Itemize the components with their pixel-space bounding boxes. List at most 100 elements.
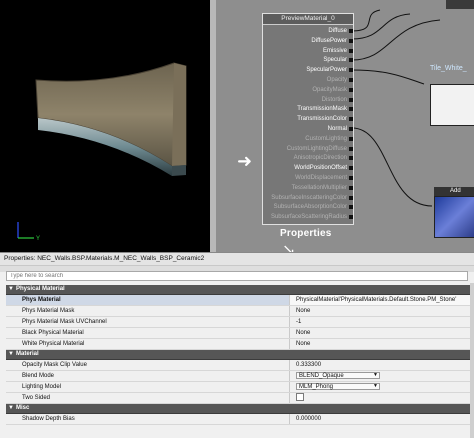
property-category[interactable]: ▼ Physical Material	[6, 285, 470, 295]
pin-label: SubsurfaceInscatteringColor	[271, 194, 347, 201]
axis-gizmo-icon: Y	[17, 222, 40, 242]
material-input-pin[interactable]: WorldDisplacement	[263, 174, 353, 182]
property-value[interactable]: None	[290, 328, 470, 338]
material-input-pin[interactable]: SubsurfaceAbsorptionColor	[263, 203, 353, 211]
pin-connector-icon[interactable]	[349, 205, 353, 210]
chevron-down-icon[interactable]: ▼	[373, 372, 378, 379]
material-input-pin[interactable]: DiffusePower	[263, 37, 353, 45]
pin-connector-icon[interactable]	[349, 38, 353, 43]
property-value[interactable]: 0.000000	[290, 414, 470, 424]
pin-connector-icon[interactable]	[349, 78, 353, 82]
material-input-pin[interactable]: TransmissionColor	[263, 115, 353, 123]
material-input-pin[interactable]: OpacityMask	[263, 86, 353, 94]
pin-label: TessellationMultiplier	[291, 184, 347, 191]
pin-label: WorldDisplacement	[295, 175, 347, 181]
property-value[interactable]: -1	[290, 317, 470, 327]
pin-connector-icon[interactable]	[349, 58, 353, 63]
property-value[interactable]: BLEND_Opaque ▼	[290, 371, 470, 381]
property-value[interactable]: PhysicalMaterial'PhysicalMaterials.Defau…	[290, 295, 470, 305]
material-input-pin[interactable]: CustomLightingDiffuse	[263, 145, 353, 153]
add-node-preview[interactable]	[434, 196, 474, 238]
property-dropdown[interactable]: BLEND_Opaque ▼	[296, 371, 380, 379]
pin-connector-icon[interactable]	[349, 29, 353, 33]
property-value[interactable]: 0.333300	[290, 360, 470, 370]
pin-connector-icon[interactable]	[349, 156, 353, 161]
material-input-pin[interactable]: TessellationMultiplier	[263, 184, 353, 192]
pin-connector-icon[interactable]	[349, 215, 353, 220]
node-title: PreviewMaterial_0	[263, 14, 353, 25]
collapse-triangle-icon[interactable]: ▼	[8, 350, 14, 359]
pin-connector-icon[interactable]	[349, 195, 353, 200]
pin-connector-icon[interactable]	[349, 185, 353, 190]
property-search-input[interactable]	[6, 271, 468, 281]
property-row[interactable]: Phys Material Mask None	[6, 306, 470, 317]
pin-connector-icon[interactable]	[349, 68, 353, 73]
material-input-pin[interactable]: Diffuse	[263, 27, 353, 35]
pin-connector-icon[interactable]	[349, 136, 353, 141]
property-name: Phys Material Mask UVChannel	[6, 317, 290, 327]
annotation-arrow-right-icon: ➜	[237, 151, 253, 171]
material-input-pin[interactable]: Opacity	[263, 76, 353, 84]
pin-label: CustomLightingDiffuse	[286, 145, 347, 152]
material-input-pin[interactable]: Emissive	[263, 47, 353, 55]
pin-label: Normal	[327, 126, 347, 132]
material-node-graph[interactable]: PreviewMaterial_0 Diffuse DiffusePower Emi…	[210, 0, 474, 252]
add-node-header[interactable]: Add	[434, 187, 474, 196]
property-row[interactable]: White Physical Material None	[6, 339, 470, 350]
property-row[interactable]: Lighting Model MLM_Phong ▼	[6, 382, 470, 393]
pin-connector-icon[interactable]	[349, 97, 353, 102]
property-checkbox[interactable]	[296, 393, 304, 402]
property-row[interactable]: Two Sided	[6, 393, 470, 404]
property-row[interactable]: Phys Material Mask UVChannel -1	[6, 317, 470, 328]
pin-label: AnisotropicDirection	[293, 155, 347, 162]
pin-label: Specular	[323, 57, 347, 64]
annotation-arrow-down-icon: ↘	[282, 242, 296, 252]
property-value[interactable]	[290, 393, 470, 403]
pin-connector-icon[interactable]	[349, 87, 353, 92]
pin-label: TransmissionColor	[297, 116, 347, 123]
collapse-triangle-icon[interactable]: ▼	[8, 404, 14, 413]
node-pins: Diffuse DiffusePower Emissive Specular Specu…	[263, 25, 353, 223]
collapse-triangle-icon[interactable]: ▼	[8, 285, 14, 294]
pin-connector-icon[interactable]	[349, 107, 353, 112]
property-category[interactable]: ▼ Misc	[6, 404, 470, 414]
pin-connector-icon[interactable]	[349, 146, 353, 151]
property-dropdown[interactable]: MLM_Phong ▼	[296, 382, 380, 390]
category-label: Misc	[16, 405, 30, 411]
property-name: Two Sided	[6, 393, 290, 403]
property-row[interactable]: Shadow Depth Bias 0.000000	[6, 414, 470, 425]
material-input-pin[interactable]: Specular	[263, 56, 353, 64]
texture-node-header[interactable]	[446, 0, 474, 9]
material-input-pin[interactable]: TransmissionMask	[263, 105, 353, 113]
preview-material-node[interactable]: PreviewMaterial_0 Diffuse DiffusePower Emi…	[262, 13, 354, 225]
property-name: Shadow Depth Bias	[6, 414, 290, 424]
pin-label: TransmissionMask	[297, 106, 347, 113]
material-input-pin[interactable]: SpecularPower	[263, 66, 353, 74]
property-value[interactable]: None	[290, 306, 470, 316]
material-input-pin[interactable]: AnisotropicDirection	[263, 154, 353, 162]
property-category[interactable]: ▼ Material	[6, 350, 470, 360]
material-input-pin[interactable]: SubsurfaceInscatteringColor	[263, 194, 353, 202]
material-preview-viewport[interactable]: Y	[0, 0, 210, 252]
property-row[interactable]: Black Physical Material None	[6, 328, 470, 339]
pin-label: SubsurfaceScatteringRadius	[270, 214, 347, 221]
material-input-pin[interactable]: WorldPositionOffset	[263, 164, 353, 172]
tile-texture-node[interactable]	[430, 84, 474, 126]
material-input-pin[interactable]: Normal	[263, 125, 353, 133]
pin-connector-icon[interactable]	[349, 117, 353, 122]
pin-connector-icon[interactable]	[349, 127, 353, 131]
pin-connector-icon[interactable]	[349, 166, 353, 171]
pin-connector-icon[interactable]	[349, 176, 353, 180]
chevron-down-icon[interactable]: ▼	[373, 383, 378, 390]
property-value[interactable]: MLM_Phong ▼	[290, 382, 470, 392]
material-input-pin[interactable]: SubsurfaceScatteringRadius	[263, 213, 353, 221]
property-value[interactable]: None	[290, 339, 470, 349]
property-row[interactable]: Blend Mode BLEND_Opaque ▼	[6, 371, 470, 382]
material-input-pin[interactable]: Distortion	[263, 96, 353, 104]
pin-label: SpecularPower	[306, 67, 347, 74]
properties-scrollbar[interactable]	[470, 283, 474, 438]
material-input-pin[interactable]: CustomLighting	[263, 135, 353, 143]
property-row[interactable]: Opacity Mask Clip Value 0.333300	[6, 360, 470, 371]
property-row[interactable]: Phys Material PhysicalMaterial'PhysicalMa…	[6, 295, 470, 306]
pin-connector-icon[interactable]	[349, 48, 353, 53]
